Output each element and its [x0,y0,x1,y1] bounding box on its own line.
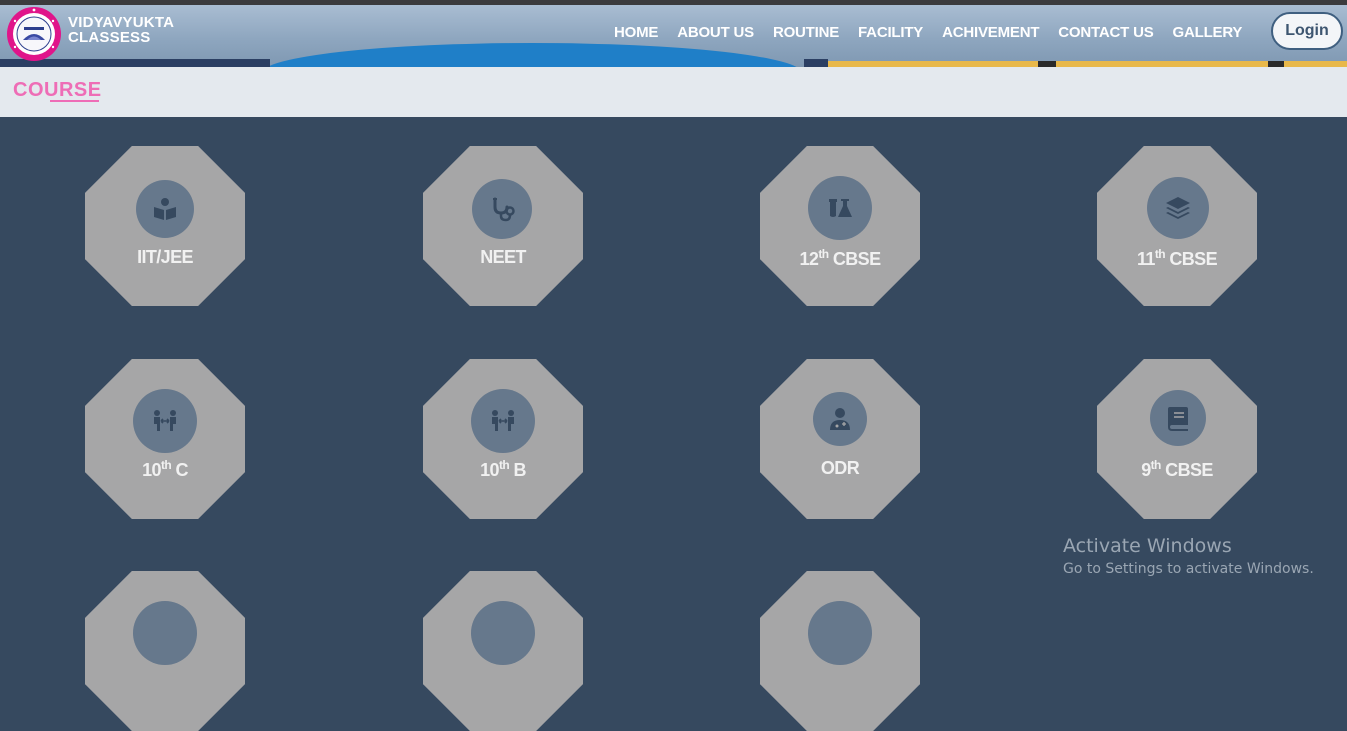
label-text: CBSE [1160,460,1213,480]
course-tile-10th-c[interactable]: 10th C [85,359,245,519]
icon-circle [1147,177,1209,239]
navbar: VIDYAVYUKTA CLASSESS HOME ABOUT US ROUTI… [0,5,1347,67]
activate-windows-subtitle: Go to Settings to activate Windows. [1063,561,1314,577]
nav-home[interactable]: HOME [614,24,658,41]
nav-contact-us[interactable]: CONTACT US [1058,24,1153,41]
icon-circle [813,392,867,446]
course-tile-9th-cbse[interactable]: 9th CBSE [1097,359,1257,519]
nav-achivement[interactable]: ACHIVEMENT [942,24,1039,41]
label-suffix: th [1150,458,1162,472]
vidyavyukta-classes-logo-icon [7,7,61,61]
activate-windows-title: Activate Windows [1063,535,1232,557]
book-reader-icon [154,198,176,220]
course-label: 12th CBSE [760,247,920,270]
banner-dark-strip [804,59,828,67]
icon-circle [472,179,532,239]
icon-circle [136,180,194,238]
logo[interactable] [6,6,62,62]
title-underline [50,100,99,102]
nav-facility[interactable]: FACILITY [858,24,923,41]
course-section-header: COURSE [0,67,1347,117]
course-label: 10th C [85,458,245,481]
course-tile-partial[interactable] [423,571,583,731]
login-button[interactable]: Login [1271,12,1343,50]
course-tile-iit-jee[interactable]: IIT/JEE [85,146,245,306]
course-tile-neet[interactable]: NEET [423,146,583,306]
course-tile-12th-cbse[interactable]: 12th CBSE [760,146,920,306]
nav-about-us[interactable]: ABOUT US [677,24,754,41]
label-suffix: th [498,458,510,472]
user-doctor-icon [830,408,850,430]
icon-circle [1150,390,1206,446]
label-text: CBSE [828,249,881,269]
label-text: B [509,460,526,480]
course-tile-11th-cbse[interactable]: 11th CBSE [1097,146,1257,306]
section-title: COURSE [13,79,102,101]
label-suffix: th [160,458,172,472]
label-number: 11 [1137,249,1155,269]
icon-circle [808,176,872,240]
label-number: 9 [1141,460,1151,480]
label-suffix: th [1154,247,1166,261]
people-arrows-icon [154,410,176,431]
icon-circle [808,601,872,665]
course-label: ODR [820,458,860,478]
course-tile-odr[interactable]: ODR [760,359,920,519]
book-icon [1168,407,1188,431]
icon-circle [133,389,197,453]
label-text: C [171,460,188,480]
icon-circle [471,389,535,453]
nav-routine[interactable]: ROUTINE [773,24,839,41]
course-label: 11th CBSE [1097,247,1257,270]
course-label: 10th B [423,458,583,481]
icon-circle [133,601,197,665]
flask-icon [829,199,852,217]
label-number: 10 [480,460,499,480]
icon-circle [471,601,535,665]
people-arrows-icon [492,410,514,431]
label-text: CBSE [1164,249,1217,269]
course-tile-partial[interactable] [760,571,920,731]
label-number: 10 [142,460,161,480]
course-label: 9th CBSE [1097,458,1257,481]
course-label: NEET [480,247,526,267]
course-label: IIT/JEE [137,247,193,267]
banner-blue-shape [262,43,802,67]
label-number: 12 [799,249,819,269]
stethoscope-icon [493,197,515,222]
brand-line-2: CLASSESS [68,29,151,46]
label-suffix: th [818,247,829,261]
course-tile-10th-b[interactable]: 10th B [423,359,583,519]
brand-line-1: VIDYAVYUKTA [68,14,175,31]
nav-gallery[interactable]: GALLERY [1173,24,1243,41]
course-tile-partial[interactable] [85,571,245,731]
brand-name[interactable]: VIDYAVYUKTA CLASSESS [68,15,174,45]
main-nav: HOME ABOUT US ROUTINE FACILITY ACHIVEMEN… [614,24,1261,41]
layers-icon [1166,197,1190,219]
